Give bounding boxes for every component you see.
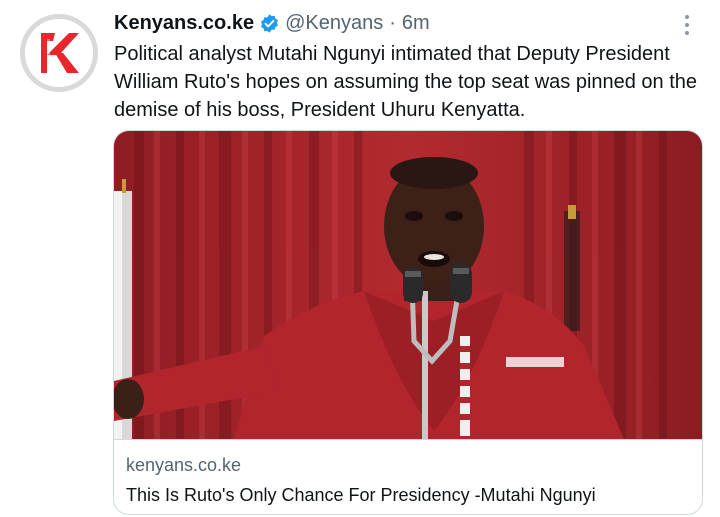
verified-badge-icon [259, 13, 280, 34]
tweet[interactable]: Kenyans.co.ke @Kenyans · 6m Political an… [0, 0, 720, 517]
card-divider [114, 439, 702, 440]
kenyans-logo-icon [25, 19, 93, 87]
tweet-text: Political analyst Mutahi Ngunyi intimate… [114, 43, 698, 121]
tweet-header: Kenyans.co.ke @Kenyans · 6m [114, 10, 430, 36]
more-vertical-icon[interactable] [676, 12, 698, 38]
card-title[interactable]: This Is Ruto's Only Chance For Presidenc… [126, 485, 596, 506]
man-speaking-at-microphones-photo-icon [114, 131, 702, 439]
separator-dot: · [389, 11, 396, 34]
avatar[interactable] [20, 14, 98, 92]
link-card[interactable]: kenyans.co.ke This Is Ruto's Only Chance… [113, 130, 703, 515]
display-name[interactable]: Kenyans.co.ke [114, 12, 254, 35]
card-domain[interactable]: kenyans.co.ke [126, 455, 241, 476]
user-handle[interactable]: @Kenyans [285, 12, 383, 35]
card-image[interactable] [114, 131, 702, 439]
timestamp[interactable]: 6m [402, 12, 430, 35]
